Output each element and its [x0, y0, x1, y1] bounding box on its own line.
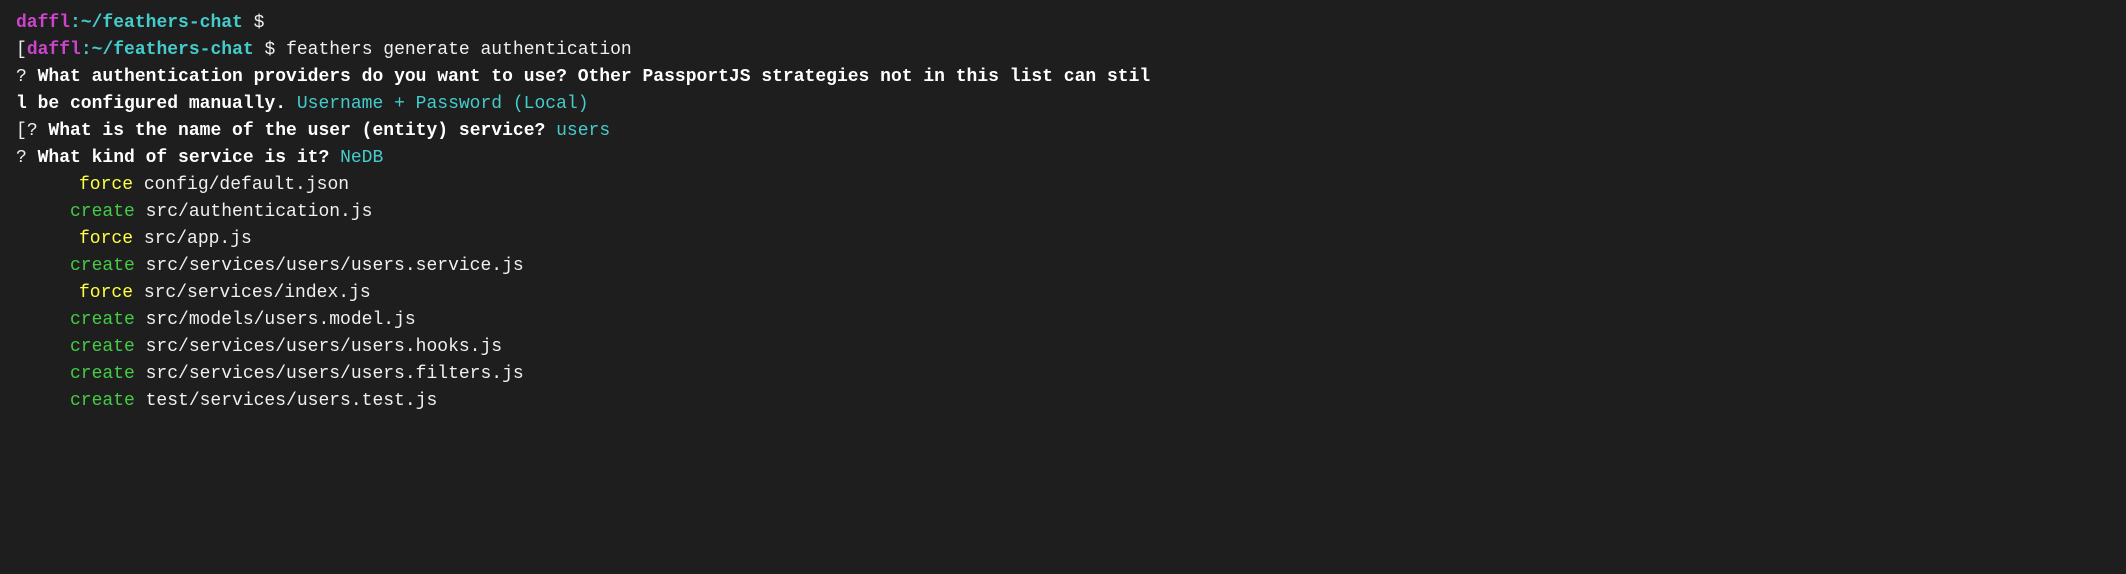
action-12: create [70, 334, 135, 361]
prompt-path-2: :~/feathers-chat [81, 37, 254, 64]
question-text-4: What is the name of the user (entity) se… [48, 118, 545, 145]
prompt-dollar-1: $ [243, 10, 265, 37]
action-7: create [70, 199, 135, 226]
prompt-user-2: daffl [27, 37, 81, 64]
terminal-line-1: daffl:~/feathers-chat $ [16, 10, 2110, 37]
path-14: test/services/users.test.js [135, 388, 437, 415]
bracket-4: [ [16, 118, 27, 145]
question-text-3: What authentication providers do you wan… [38, 64, 1151, 91]
command-2: feathers generate authentication [286, 37, 632, 64]
terminal-line-6: force config/default.json [16, 172, 2110, 199]
question-mark-5: ? [16, 145, 38, 172]
action-11: create [70, 307, 135, 334]
terminal-line-5: ? What kind of service is it? NeDB [16, 145, 2110, 172]
answer-4: users [545, 118, 610, 145]
terminal-line-4: [? What is the name of the user (entity)… [16, 118, 2110, 145]
terminal-line-8: force src/app.js [16, 226, 2110, 253]
answer-5: NeDB [329, 145, 383, 172]
terminal-line-12: create src/services/users/users.hooks.js [16, 334, 2110, 361]
bracket-2: [ [16, 37, 27, 64]
action-13: create [70, 361, 135, 388]
question-text-5: What kind of service is it? [38, 145, 330, 172]
path-12: src/services/users/users.hooks.js [135, 334, 502, 361]
action-14: create [70, 388, 135, 415]
path-8: src/app.js [133, 226, 252, 253]
terminal-line-7: create src/authentication.js [16, 199, 2110, 226]
prompt-path-1: :~/feathers-chat [70, 10, 243, 37]
terminal-line-10: force src/services/index.js [16, 280, 2110, 307]
action-6: force [79, 172, 133, 199]
terminal-line-13: create src/services/users/users.filters.… [16, 361, 2110, 388]
action-10: force [79, 280, 133, 307]
prompt-user-1: daffl [16, 10, 70, 37]
terminal-line-11: create src/models/users.model.js [16, 307, 2110, 334]
terminal-line-2: [daffl:~/feathers-chat $ feathers genera… [16, 37, 2110, 64]
action-8: force [79, 226, 133, 253]
path-13: src/services/users/users.filters.js [135, 361, 524, 388]
path-7: src/authentication.js [135, 199, 373, 226]
answer-3: Username + Password (Local) [286, 91, 588, 118]
path-6: config/default.json [133, 172, 349, 199]
terminal-line-3b: l be configured manually. Username + Pas… [16, 91, 2110, 118]
action-9: create [70, 253, 135, 280]
prompt-dollar-2: $ [254, 37, 286, 64]
terminal-window: daffl:~/feathers-chat $ [daffl:~/feather… [16, 10, 2110, 415]
terminal-line-14: create test/services/users.test.js [16, 388, 2110, 415]
terminal-line-3: ? What authentication providers do you w… [16, 64, 2110, 91]
terminal-line-9: create src/services/users/users.service.… [16, 253, 2110, 280]
question-mark-3: ? [16, 64, 38, 91]
question-mark-4: ? [27, 118, 49, 145]
continuation-3: l be configured manually. [16, 91, 286, 118]
path-9: src/services/users/users.service.js [135, 253, 524, 280]
path-10: src/services/index.js [133, 280, 371, 307]
path-11: src/models/users.model.js [135, 307, 416, 334]
